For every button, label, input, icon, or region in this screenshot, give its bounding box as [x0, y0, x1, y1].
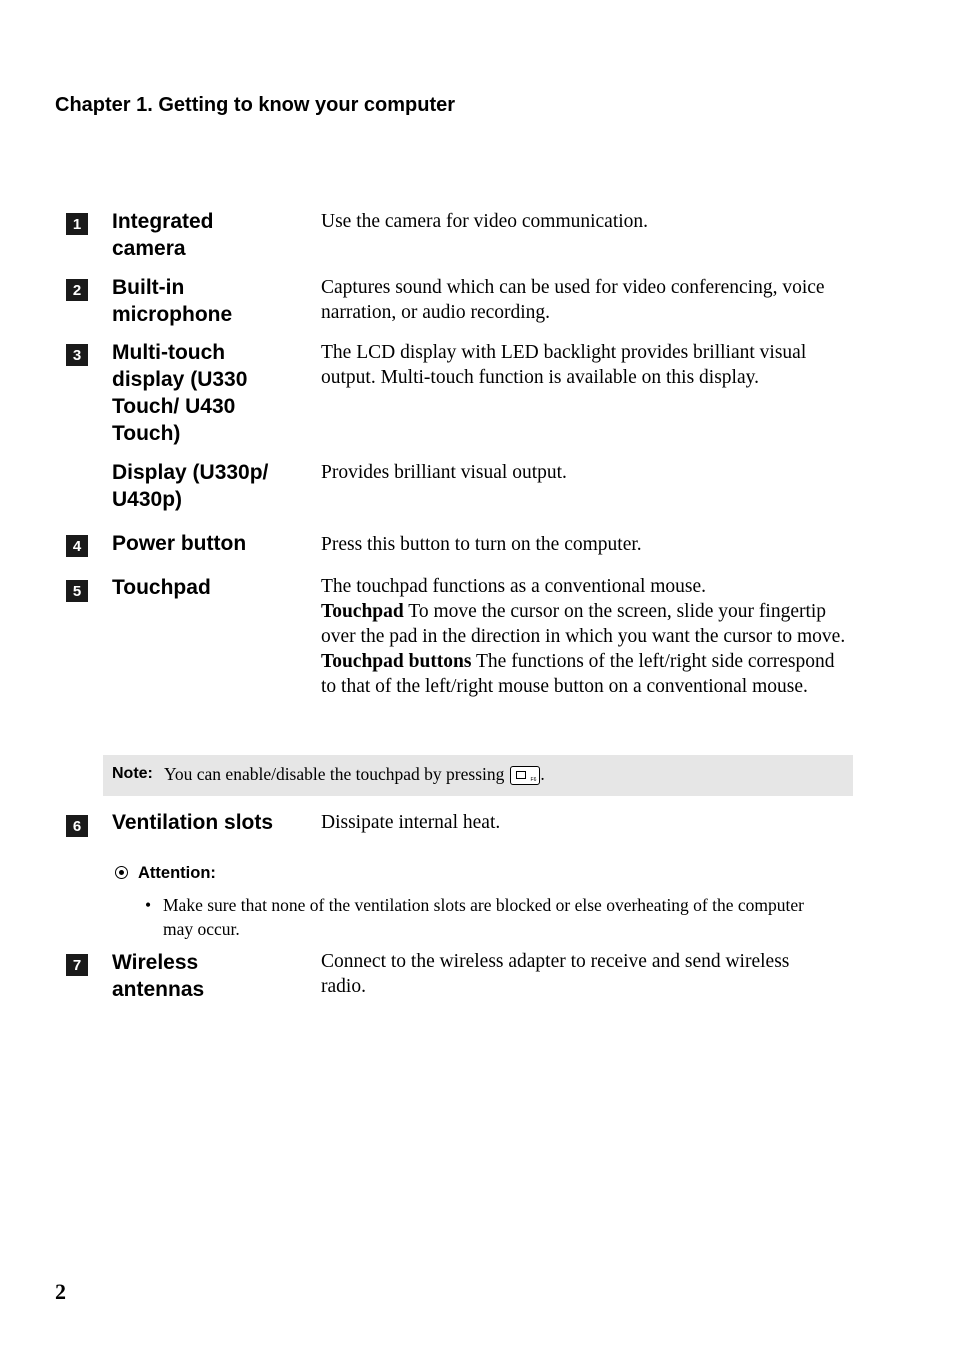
item-term: Wireless antennas — [112, 951, 205, 1001]
item-term: Touchpad — [112, 576, 211, 599]
note-suffix: . — [540, 764, 545, 784]
item-number-badge: 3 — [66, 344, 88, 366]
item-number-badge: 4 — [66, 535, 88, 557]
bullet-icon: • — [145, 895, 152, 915]
item-term: Display (U330p/ U430p) — [112, 461, 269, 511]
item-term: Power button — [112, 532, 247, 555]
sub-term: Touchpad — [321, 601, 404, 622]
item-description: Press this button to turn on the compute… — [321, 534, 642, 555]
note-text: You can enable/disable the touchpad by p… — [164, 764, 545, 785]
item-description: Provides brilliant visual output. — [321, 462, 567, 483]
touchpad-toggle-key-icon: F6 — [510, 766, 541, 785]
sub-term: Touchpad buttons — [321, 651, 472, 672]
touchpad-sub-buttons: Touchpad buttons The functions of the le… — [321, 649, 851, 699]
note-label: Note: — [112, 765, 153, 782]
item-term: Multi-touch display (U330 Touch/ U430 To… — [112, 341, 248, 445]
item-description: Captures sound which can be used for vid… — [321, 277, 825, 323]
touchpad-intro: The touchpad functions as a conventional… — [321, 576, 707, 597]
attention-heading: Attention: — [115, 864, 216, 883]
attention-icon — [115, 866, 128, 879]
attention-bullet: • Make sure that none of the ventilation … — [145, 893, 825, 941]
item-description: Dissipate internal heat. — [321, 812, 501, 833]
attention-bullets: • Make sure that none of the ventilation … — [145, 893, 825, 941]
item-number-badge: 2 — [66, 279, 88, 301]
item-term: Built-in microphone — [112, 276, 233, 326]
chapter-title: Chapter 1. Getting to know your computer — [55, 94, 456, 116]
item-term: Ventilation slots — [112, 811, 274, 834]
note-body: You can enable/disable the touchpad by p… — [164, 764, 505, 784]
item-number-badge: 1 — [66, 213, 88, 235]
item-description: Use the camera for video communication. — [321, 211, 649, 232]
bullet-text: Make sure that none of the ventilation s… — [163, 895, 804, 939]
item-number-badge: 5 — [66, 580, 88, 602]
item-description: Connect to the wireless adapter to recei… — [321, 951, 790, 997]
touchpad-sub-touchpad: Touchpad To move the cursor on the scree… — [321, 599, 851, 649]
item-description: The touchpad functions as a conventional… — [321, 574, 851, 699]
touchpad-glyph-icon — [516, 771, 527, 779]
page-number: 2 — [55, 1279, 66, 1304]
item-number-badge: 7 — [66, 954, 88, 976]
key-label: F6 — [530, 777, 537, 783]
attention-label: Attention: — [138, 864, 216, 882]
note-box: Note: You can enable/disable the touchpa… — [103, 755, 853, 796]
item-number-badge: 6 — [66, 815, 88, 837]
item-description: The LCD display with LED backlight provi… — [321, 342, 807, 388]
item-term: Integrated camera — [112, 210, 214, 260]
